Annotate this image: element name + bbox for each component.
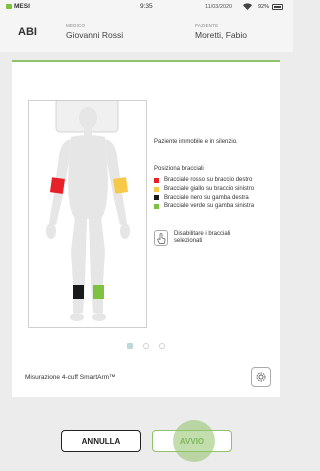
measurement-mode-label: Misurazione 4-cuff SmartArm™ (25, 374, 116, 381)
cuff-yellow (113, 177, 129, 194)
app-name: MESI (14, 3, 30, 10)
disable-cuffs-label: Disabilitare i bracciali selezionati (174, 231, 231, 244)
black-swatch-icon (154, 195, 159, 201)
hand-touch-icon (156, 232, 165, 244)
legend-item: Bracciale nero su gamba destra (154, 193, 254, 202)
gear-icon (256, 372, 266, 382)
instruction-text: Paziente immobile e in silenzio. (154, 139, 238, 145)
doctor-name: Giovanni Rossi (66, 30, 124, 40)
page-dot[interactable] (143, 343, 149, 349)
body-diagram (28, 100, 147, 328)
clock: 9:35 (140, 3, 153, 10)
body-figure-icon (46, 101, 130, 321)
cuff-red (49, 177, 65, 194)
battery-icon (272, 4, 283, 10)
legend-label: Bracciale verde su gamba sinistra (164, 203, 255, 210)
doctor-label: MEDICO (66, 23, 86, 28)
header: ABI MEDICO Giovanni Rossi PAZIENTE Moret… (0, 14, 293, 52)
cancel-button[interactable]: ANNULLA (61, 430, 141, 452)
legend-label: Bracciale rosso su braccio destro (164, 177, 253, 184)
mesi-logo-icon (6, 4, 12, 9)
page-indicator (127, 343, 165, 349)
cuff-green (93, 285, 104, 299)
start-button[interactable]: AVVIO (152, 430, 232, 452)
legend-title: Posiziona bracciali (154, 166, 204, 172)
legend-item: Bracciale verde su gamba sinistra (154, 202, 254, 211)
cuff-legend: Bracciale rosso su braccio destro Bracci… (154, 176, 254, 211)
patient-name: Moretti, Fabio (195, 30, 247, 40)
patient-label: PAZIENTE (195, 23, 219, 28)
cuff-black (73, 285, 84, 299)
status-bar: MESI 9:35 11/03/2020 92% (0, 0, 293, 14)
date: 11/03/2020 (205, 4, 233, 10)
page-dot[interactable] (159, 343, 165, 349)
legend-item: Bracciale rosso su braccio destro (154, 176, 254, 185)
yellow-swatch-icon (154, 186, 159, 192)
app-logo: MESI (6, 3, 30, 10)
legend-label: Bracciale giallo su braccio sinistro (164, 186, 255, 193)
settings-button[interactable] (251, 367, 271, 387)
disable-cuffs-row: Disabilitare i bracciali selezionati (154, 230, 254, 246)
page-dot-active[interactable] (127, 343, 133, 349)
legend-label: Bracciale nero su gamba destra (164, 194, 249, 201)
battery-percent: 92% (258, 4, 270, 10)
instruction-card: Paziente immobile e in silenzio. Posizio… (12, 60, 280, 397)
page-title: ABI (18, 26, 37, 38)
wifi-icon (243, 3, 252, 12)
green-swatch-icon (154, 203, 159, 209)
disable-cuffs-button[interactable] (154, 230, 168, 246)
red-swatch-icon (154, 177, 159, 183)
legend-item: Bracciale giallo su braccio sinistro (154, 185, 254, 194)
